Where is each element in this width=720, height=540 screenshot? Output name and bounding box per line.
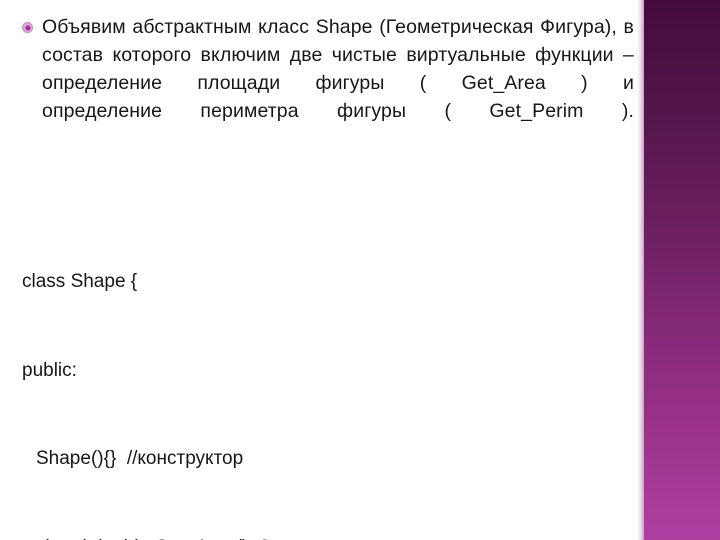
side-band-edge: [637, 0, 644, 540]
code-line-1: class Shape {: [22, 271, 138, 292]
code-line-4: virtual double Get_Area()=0;: [22, 533, 582, 540]
side-decoration-band: [644, 0, 720, 540]
code-line-2: public:: [22, 359, 77, 381]
paragraph-line-3: включим две чистые виртуальные функции –: [200, 44, 634, 66]
paragraph-line-5: определение периметра фигуры ( Get_Perim…: [42, 100, 634, 122]
paragraph-line-4: определение площади фигуры ( Get_Area ) …: [42, 72, 634, 94]
code-listing: class Shape { public: Shape(){} //констр…: [22, 208, 582, 540]
bullet-paragraph-text: Объявим абстрактным класс Shape (Геометр…: [42, 13, 634, 125]
slide-root: Объявим абстрактным класс Shape (Геометр…: [0, 0, 720, 540]
code-line-3: Shape(){} //конструктор: [36, 448, 244, 469]
bullet-paragraph-block: Объявим абстрактным класс Shape (Геометр…: [20, 13, 634, 125]
paragraph-line-1: Объявим абстрактным класс Shape: [42, 16, 373, 38]
slide-content: Объявим абстрактным класс Shape (Геометр…: [0, 0, 638, 540]
bullet-circle-icon: [22, 22, 33, 33]
bullet-list-item: Объявим абстрактным класс Shape (Геометр…: [20, 13, 634, 125]
